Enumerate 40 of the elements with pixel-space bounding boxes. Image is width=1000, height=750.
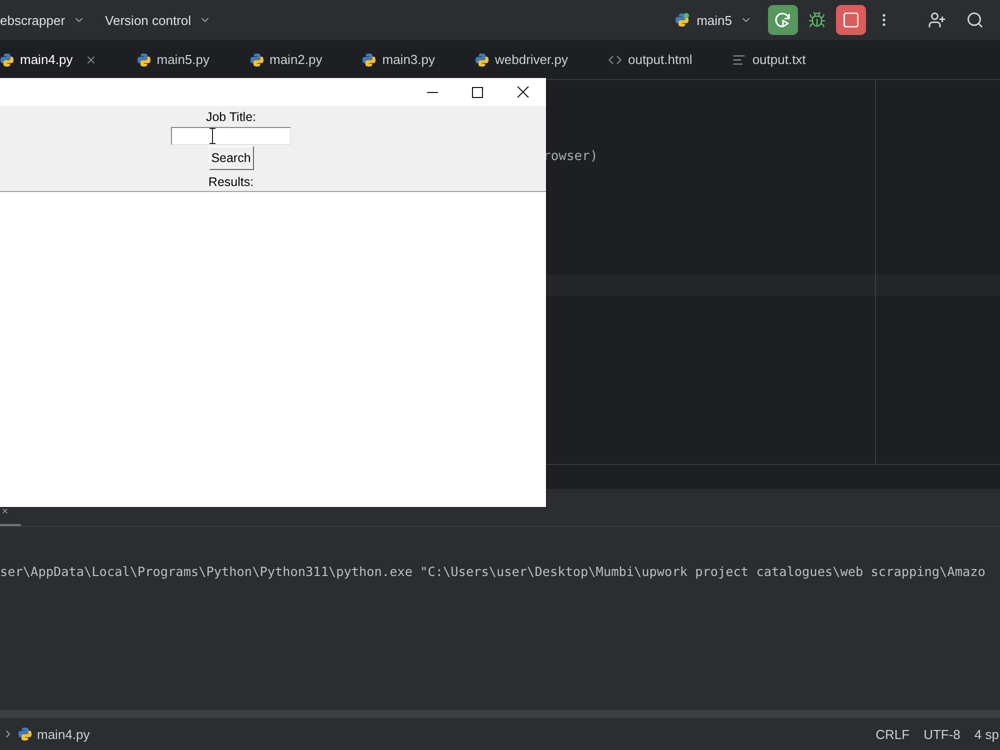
python-file-icon (362, 52, 376, 66)
editor-tab[interactable]: main3.py (342, 40, 455, 79)
python-file-icon (0, 52, 14, 66)
text-lines-icon (732, 52, 746, 66)
job-title-input[interactable] (171, 127, 291, 145)
editor-tab[interactable]: main2.py (230, 40, 342, 79)
rerun-button[interactable] (768, 5, 798, 35)
python-file-icon (250, 52, 264, 66)
console-output-line: ser\AppData\Local\Programs\Python\Python311\python.exe "C:\Users\user\Desktop\Mumbi\upwork project catalogues\web scrapping\Amazo (0, 564, 986, 580)
editor-tab[interactable]: output.txt (712, 40, 826, 79)
text-cursor-icon (209, 128, 216, 144)
python-file-icon (18, 727, 32, 741)
editor-tab[interactable]: output.html (588, 40, 712, 79)
python-file-icon (136, 52, 151, 66)
maximize-icon (472, 86, 483, 98)
line-separator-widget[interactable]: CRLF (876, 726, 910, 742)
editor-tab[interactable]: main5.py (116, 40, 230, 79)
job-title-label: Job Title: (206, 109, 256, 125)
editor-tab[interactable]: main4.py (0, 40, 117, 79)
stop-button[interactable] (836, 5, 866, 35)
encoding-widget[interactable]: UTF-8 (924, 726, 960, 742)
close-icon (516, 86, 528, 98)
python-file-icon (674, 13, 689, 27)
rerun-icon (774, 11, 792, 29)
project-menu[interactable]: ebscrapper (0, 6, 92, 34)
search-button[interactable]: Search (208, 146, 254, 170)
file-breadcrumb[interactable]: main4.py (37, 726, 90, 742)
indent-widget[interactable]: 4 sp (974, 726, 999, 742)
bug-icon[interactable] (808, 11, 826, 29)
version-control-menu[interactable]: Version control (99, 6, 218, 34)
run-configuration-menu[interactable]: main5 (668, 6, 758, 34)
python-file-icon (475, 52, 489, 66)
close-icon[interactable] (1, 507, 9, 515)
add-user-icon[interactable] (928, 11, 946, 29)
close-icon[interactable] (84, 54, 97, 66)
code-text: rowser) (543, 149, 598, 164)
stop-icon (842, 11, 860, 29)
results-label: Results: (208, 174, 254, 190)
editor-tab[interactable]: webdriver.py (455, 40, 588, 79)
search-icon[interactable] (966, 11, 984, 29)
